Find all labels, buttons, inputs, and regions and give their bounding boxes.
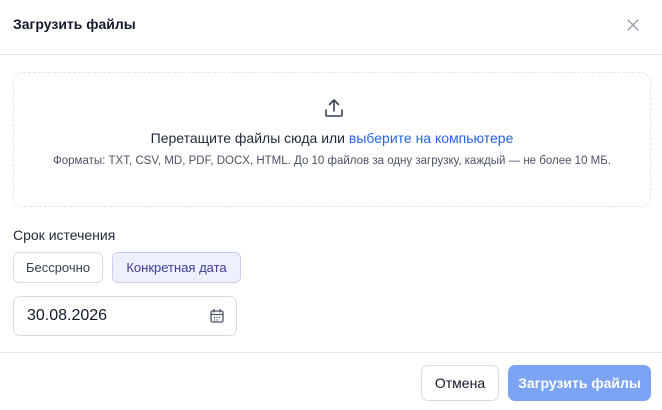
option-unlimited[interactable]: Бессрочно	[13, 252, 103, 283]
dialog-title: Загрузить файлы	[13, 16, 136, 32]
file-dropzone[interactable]: Перетащите файлы сюда или выберите на ко…	[13, 72, 651, 207]
date-field	[13, 296, 237, 336]
option-specific-date[interactable]: Конкретная дата	[112, 252, 241, 283]
expiration-label: Срок истечения	[13, 227, 116, 243]
upload-button[interactable]: Загрузить файлы	[508, 365, 651, 401]
close-button[interactable]	[623, 15, 643, 35]
dropzone-hint: Форматы: TXT, CSV, MD, PDF, DOCX, HTML. …	[53, 155, 611, 167]
cancel-button[interactable]: Отмена	[421, 365, 499, 401]
dialog-footer: Отмена Загрузить файлы	[0, 352, 662, 410]
date-input[interactable]	[27, 307, 197, 325]
upload-icon	[325, 99, 343, 117]
browse-link[interactable]: выберите на компьютере	[349, 130, 513, 146]
dialog-header: Загрузить файлы	[0, 0, 662, 55]
dropzone-instruction: Перетащите файлы сюда или	[150, 130, 345, 146]
close-icon	[627, 19, 639, 31]
calendar-icon[interactable]	[209, 308, 225, 324]
dropzone-text: Перетащите файлы сюда или выберите на ко…	[14, 130, 650, 146]
